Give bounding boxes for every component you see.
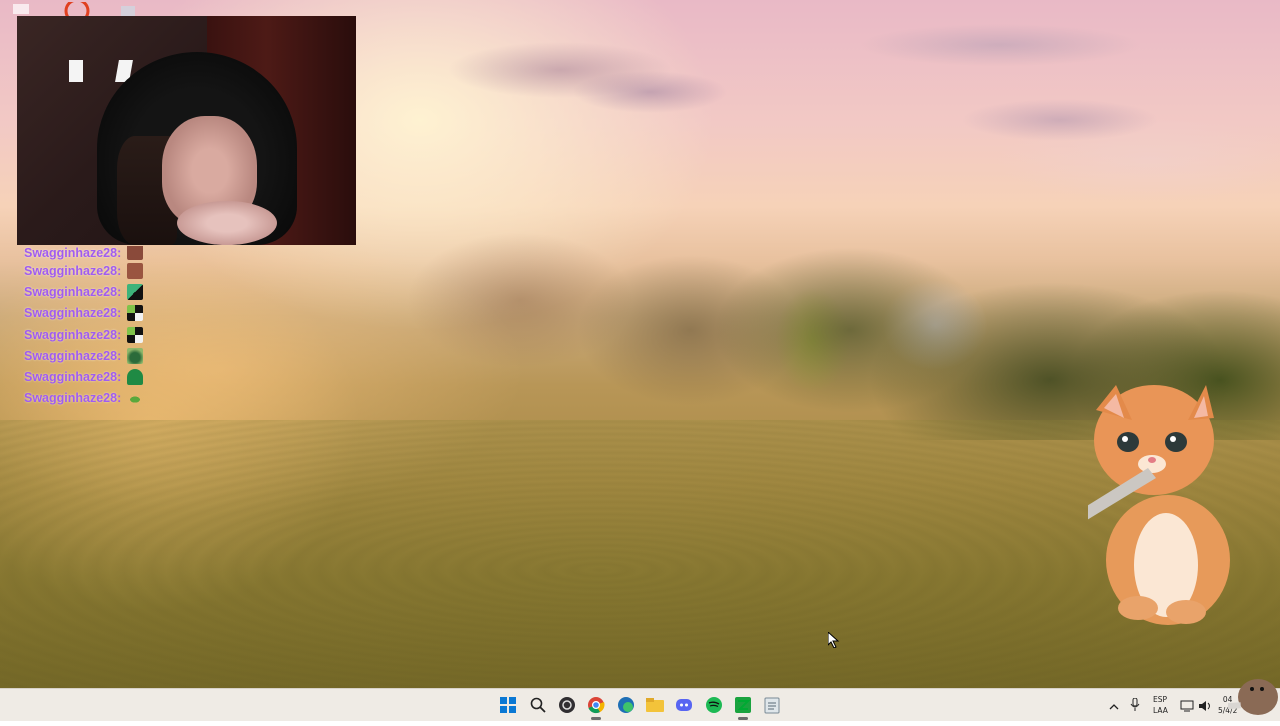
mouse-cursor [827,630,840,653]
green-app-icon[interactable] [733,695,753,720]
chat-username: Swagginhaze28 [24,348,118,363]
chat-username: Swagginhaze28 [24,263,118,278]
volume-icon[interactable] [1198,699,1212,717]
microphone-icon[interactable] [1130,697,1140,717]
chrome-icon[interactable] [586,695,606,720]
system-tray: ESP LAA 04 5/4/2 [1100,679,1280,721]
chat-message: Swagginhaze28: [24,388,144,409]
brown-face-emote-icon [127,246,144,260]
cat-sticker-small [1170,667,1280,721]
brown-face-emote-icon [127,262,144,279]
frog-face-emote-icon [127,347,144,364]
chat-message: Swagginhaze28: [24,303,144,324]
network-icon[interactable] [1180,699,1194,717]
webcam-light [69,60,83,82]
frog-emote-icon [127,390,144,407]
chevron-up-icon[interactable] [1108,699,1120,717]
green-blob-emote-icon [127,369,144,386]
chat-message: Swagginhaze28: [24,345,144,366]
checker-emote-icon [127,305,144,322]
chat-username: Swagginhaze28 [24,284,118,299]
desktop-icon-2[interactable] [118,2,142,16]
chat-username: Swagginhaze28 [24,306,118,321]
checker-emote-icon [127,326,144,343]
webcam-overlay [17,16,356,245]
file-explorer-icon[interactable] [645,695,665,715]
windows-start-icon[interactable] [498,695,518,715]
no-sign-icon[interactable] [62,0,90,24]
chat-username: Swagginhaze28 [24,327,118,342]
language-indicator[interactable]: ESP LAA [1153,695,1168,715]
search-icon[interactable] [528,695,548,715]
chat-username: Swagginhaze28 [24,246,118,260]
chat-message: Swagginhaze28: [24,246,144,260]
webcam-person-hand [177,201,277,245]
green-black-emote-icon [127,283,144,300]
discord-icon[interactable] [674,695,694,715]
cat-sticker [1043,380,1248,630]
spotify-icon[interactable] [704,695,724,715]
chat-message: Swagginhaze28: [24,260,144,281]
chat-message: Swagginhaze28: [24,324,144,345]
chat-username: Swagginhaze28 [24,391,118,406]
chat-message: Swagginhaze28: [24,281,144,302]
chat-message: Swagginhaze28: [24,366,144,387]
desktop-icon[interactable] [10,2,34,16]
chat-overlay: Swagginhaze28: Swagginhaze28: Swagginhaz… [24,246,144,409]
taskbar: ESP LAA 04 5/4/2 [0,679,1280,721]
notepad-icon[interactable] [762,695,782,715]
edge-icon[interactable] [616,695,636,715]
chat-username: Swagginhaze28 [24,370,118,385]
obs-icon[interactable] [557,695,577,715]
